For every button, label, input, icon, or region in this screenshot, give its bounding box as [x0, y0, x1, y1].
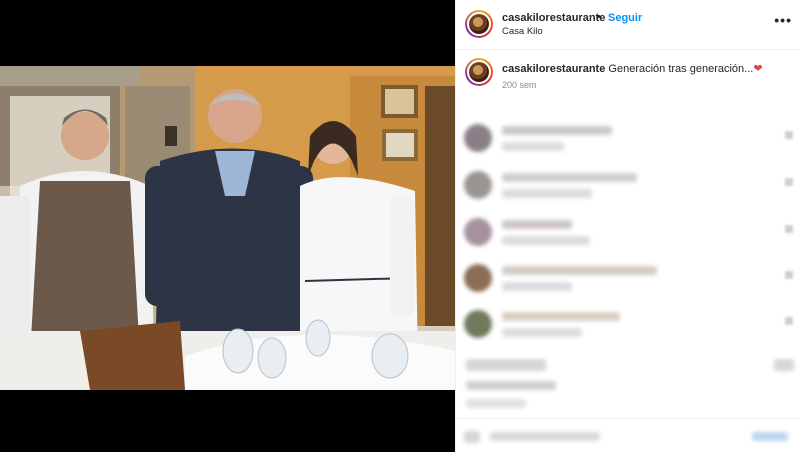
separator-dot: •	[597, 11, 601, 23]
comment-item	[464, 260, 799, 296]
comment-input[interactable]	[490, 432, 600, 441]
add-comment-bar[interactable]	[456, 418, 800, 452]
comment-avatar	[464, 171, 492, 199]
post-photo[interactable]	[0, 66, 455, 390]
comment-avatar	[464, 218, 492, 246]
instagram-post: casakilorestaurante • Seguir Casa Kilo •…	[0, 0, 800, 452]
caption-timestamp[interactable]: 200 sem	[502, 80, 537, 90]
post-sidebar: casakilorestaurante • Seguir Casa Kilo •…	[455, 0, 800, 452]
like-heart-icon	[785, 225, 793, 233]
like-heart-icon	[785, 271, 793, 279]
caption-username[interactable]: casakilorestaurante	[502, 63, 605, 75]
caption-text: casakilorestaurante Generación tras gene…	[502, 62, 763, 75]
comment-avatar	[464, 310, 492, 338]
post-actions-blurred	[464, 355, 799, 415]
publish-button[interactable]	[752, 432, 788, 441]
comment-item	[464, 167, 799, 203]
post-media[interactable]	[0, 0, 455, 452]
caption-body: Generación tras generación...	[608, 63, 754, 75]
like-heart-icon	[785, 178, 793, 186]
avatar-image	[469, 14, 489, 34]
comment-item	[464, 214, 799, 250]
comment-item	[464, 120, 799, 156]
like-heart-icon	[785, 317, 793, 325]
emoji-icon[interactable]	[464, 431, 480, 443]
comment-avatar	[464, 124, 492, 152]
photo-illustration	[0, 66, 455, 390]
heart-emoji-icon: ❤	[753, 63, 763, 75]
profile-avatar[interactable]	[465, 10, 493, 38]
like-heart-icon	[785, 131, 793, 139]
caption-avatar[interactable]	[465, 58, 493, 86]
header-username[interactable]: casakilorestaurante	[502, 12, 605, 24]
caption: casakilorestaurante Generación tras gene…	[456, 50, 800, 96]
post-header: casakilorestaurante • Seguir Casa Kilo •…	[456, 0, 800, 50]
location-link[interactable]: Casa Kilo	[502, 26, 543, 37]
follow-button[interactable]: Seguir	[608, 12, 642, 24]
comment-avatar	[464, 264, 492, 292]
comment-item	[464, 306, 799, 342]
more-horizontal-icon[interactable]: •••	[774, 12, 792, 28]
